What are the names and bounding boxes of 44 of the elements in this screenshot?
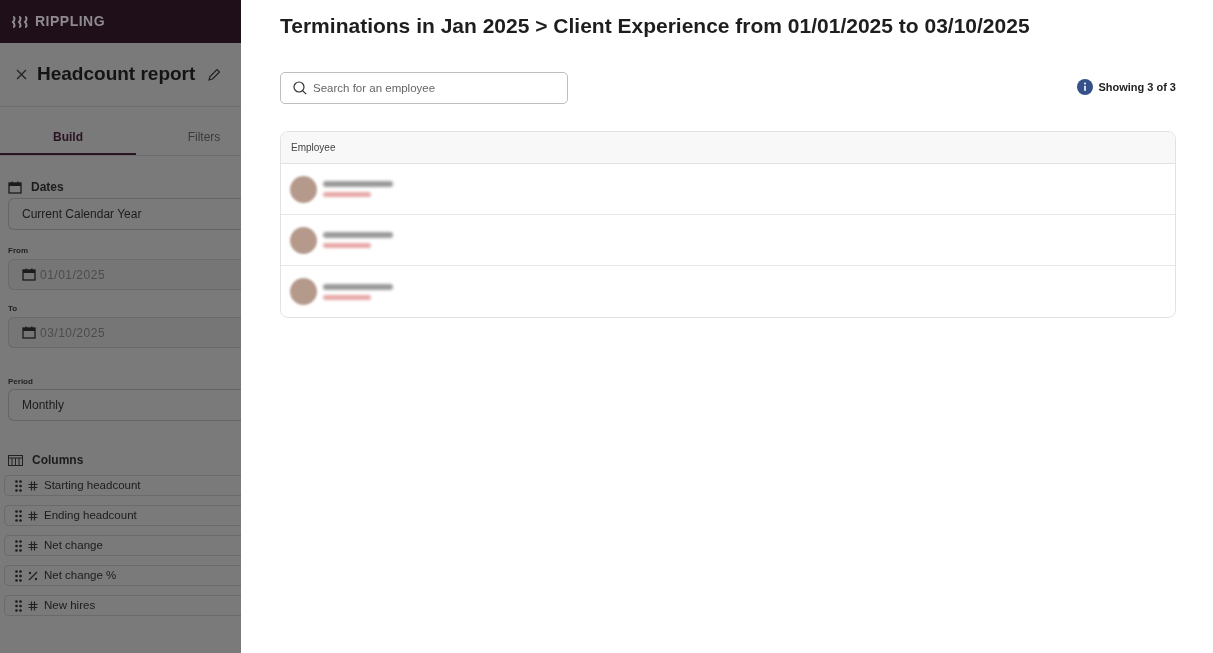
avatar (290, 226, 317, 254)
drag-handle-icon[interactable] (15, 479, 22, 492)
section-heading: Columns (32, 452, 84, 469)
info-icon (1077, 79, 1094, 95)
column-header: Employee (291, 141, 336, 155)
hash-icon (28, 540, 38, 551)
logo-text: RIPPLING (35, 12, 106, 31)
tab[interactable]: Build (0, 107, 136, 155)
avatar (290, 278, 317, 305)
column-item[interactable]: Net change (4, 535, 241, 556)
tab[interactable]: Filters (136, 107, 241, 155)
panel-title: Terminations in Jan 2025 > Client Experience from 01/01/2025 to 03/10/2025 (280, 13, 1031, 39)
section-heading: Dates (31, 179, 64, 196)
close-icon[interactable] (16, 69, 27, 80)
search-field[interactable]: Search for an employee (280, 72, 568, 104)
calendar-icon (22, 268, 36, 281)
hash-icon (28, 480, 38, 491)
calendar-icon (22, 326, 36, 339)
column-item[interactable]: New hires (4, 595, 241, 616)
drag-handle-icon[interactable] (15, 599, 22, 612)
calendar-icon (8, 180, 22, 194)
dropdown[interactable]: Monthly (8, 389, 241, 421)
column-item[interactable]: Net change % (4, 565, 241, 586)
drag-handle-icon[interactable] (15, 539, 22, 552)
report-title: Headcount report (37, 62, 196, 87)
result-count: Showing 3 of 3 (1098, 79, 1176, 95)
field-label: To (8, 303, 19, 313)
table-columns-icon (8, 454, 23, 466)
column-item[interactable]: Ending headcount (4, 505, 241, 526)
percent-icon (28, 570, 38, 581)
blurred-employee-name (323, 232, 393, 248)
blurred-employee-name (323, 181, 393, 197)
dropdown[interactable]: Current Calendar Year (8, 198, 241, 230)
pencil-icon[interactable] (207, 67, 222, 82)
avatar (290, 175, 317, 203)
drag-handle-icon[interactable] (15, 569, 22, 582)
hash-icon (28, 600, 38, 611)
blurred-employee-name (323, 283, 393, 300)
drag-handle-icon[interactable] (15, 509, 22, 522)
field-label: Period (8, 376, 34, 386)
column-item[interactable]: Starting headcount (4, 475, 241, 496)
hash-icon (28, 510, 38, 521)
field-label: From (8, 245, 29, 255)
search-icon (293, 81, 307, 95)
